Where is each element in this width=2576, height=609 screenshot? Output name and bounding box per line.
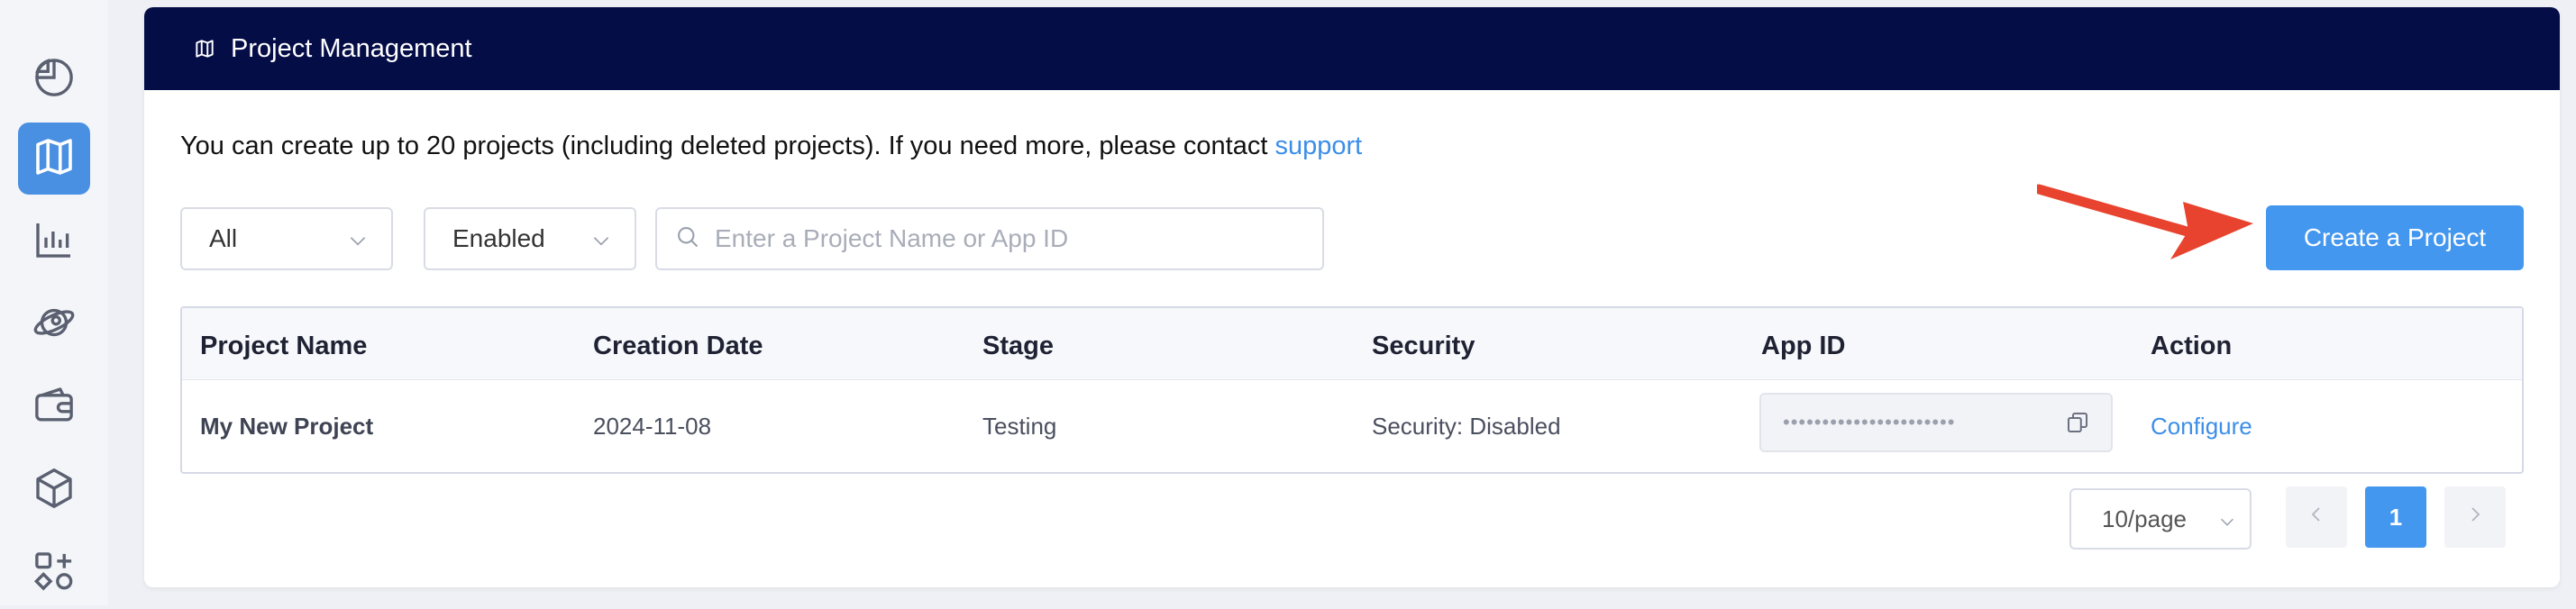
type-filter-select[interactable]: All: [180, 207, 393, 270]
page-size-select[interactable]: 10/page: [2069, 488, 2252, 550]
sidebar-item-projects[interactable]: [18, 123, 90, 195]
previous-page-button[interactable]: [2286, 486, 2347, 548]
bar-chart-icon: [30, 215, 78, 268]
chevron-down-icon: [346, 229, 370, 259]
status-filter-select[interactable]: Enabled: [424, 207, 636, 270]
apps-icon: [30, 547, 78, 600]
wallet-icon: [30, 381, 78, 434]
map-icon: [30, 132, 78, 186]
chevron-left-icon: [2306, 504, 2327, 532]
app-id-field: ••••••••••••••••••••••: [1759, 393, 2113, 452]
sidebar-item-products[interactable]: [18, 454, 90, 526]
configure-link[interactable]: Configure: [2151, 413, 2252, 440]
page-size-value: 10/page: [2102, 504, 2187, 532]
sidebar-item-wallet[interactable]: [18, 371, 90, 443]
column-header-creation-date: Creation Date: [593, 332, 763, 360]
app-id-masked-value: ••••••••••••••••••••••: [1783, 411, 1956, 433]
planet-icon: [30, 298, 78, 351]
projects-table: Project Name Creation Date Stage Securit…: [180, 306, 2524, 474]
creation-date-cell: 2024-11-08: [593, 413, 712, 440]
table-row: My New Project 2024-11-08 Testing Securi…: [182, 380, 2522, 472]
sidebar-item-apps[interactable]: [18, 537, 90, 609]
annotation-arrow-icon: [2037, 184, 2253, 259]
sidebar-item-dashboard[interactable]: [18, 43, 90, 115]
type-filter-value: All: [209, 224, 238, 252]
search-input[interactable]: [715, 224, 1292, 253]
chevron-down-icon: [2217, 510, 2237, 538]
chevron-down-icon: [589, 229, 613, 259]
project-limit-notice: You can create up to 20 projects (includ…: [180, 132, 1362, 161]
create-project-button[interactable]: Create a Project: [2266, 205, 2524, 270]
copy-icon[interactable]: [2064, 409, 2091, 441]
column-header-action: Action: [2151, 332, 2233, 360]
notice-text: You can create up to 20 projects (includ…: [180, 132, 1275, 160]
page-title: Project Management: [231, 33, 472, 63]
chevron-right-icon: [2464, 504, 2486, 532]
next-page-button[interactable]: [2444, 486, 2506, 548]
column-header-stage: Stage: [982, 332, 1054, 360]
action-cell: Configure: [2151, 413, 2252, 441]
page-1-button[interactable]: 1: [2365, 486, 2426, 548]
pie-chart-icon: [30, 53, 78, 106]
stage-cell: Testing: [982, 413, 1057, 440]
column-header-app-id: App ID: [1761, 332, 1846, 360]
cube-icon: [30, 464, 78, 517]
map-icon: [193, 37, 216, 60]
project-name-cell: My New Project: [200, 413, 374, 440]
project-management-card: Project Management You can create up to …: [144, 7, 2560, 587]
sidebar: [0, 0, 108, 605]
project-search-box: [655, 207, 1324, 270]
column-header-security: Security: [1372, 332, 1475, 360]
table-header: Project Name Creation Date Stage Securit…: [182, 308, 2522, 380]
sidebar-item-explore[interactable]: [18, 288, 90, 360]
security-cell: Security: Disabled: [1372, 413, 1561, 440]
card-header: Project Management: [144, 7, 2560, 90]
column-header-project-name: Project Name: [200, 332, 368, 360]
sidebar-item-analytics[interactable]: [18, 205, 90, 277]
search-icon: [675, 224, 715, 254]
support-link[interactable]: support: [1274, 132, 1362, 160]
status-filter-value: Enabled: [452, 224, 545, 252]
